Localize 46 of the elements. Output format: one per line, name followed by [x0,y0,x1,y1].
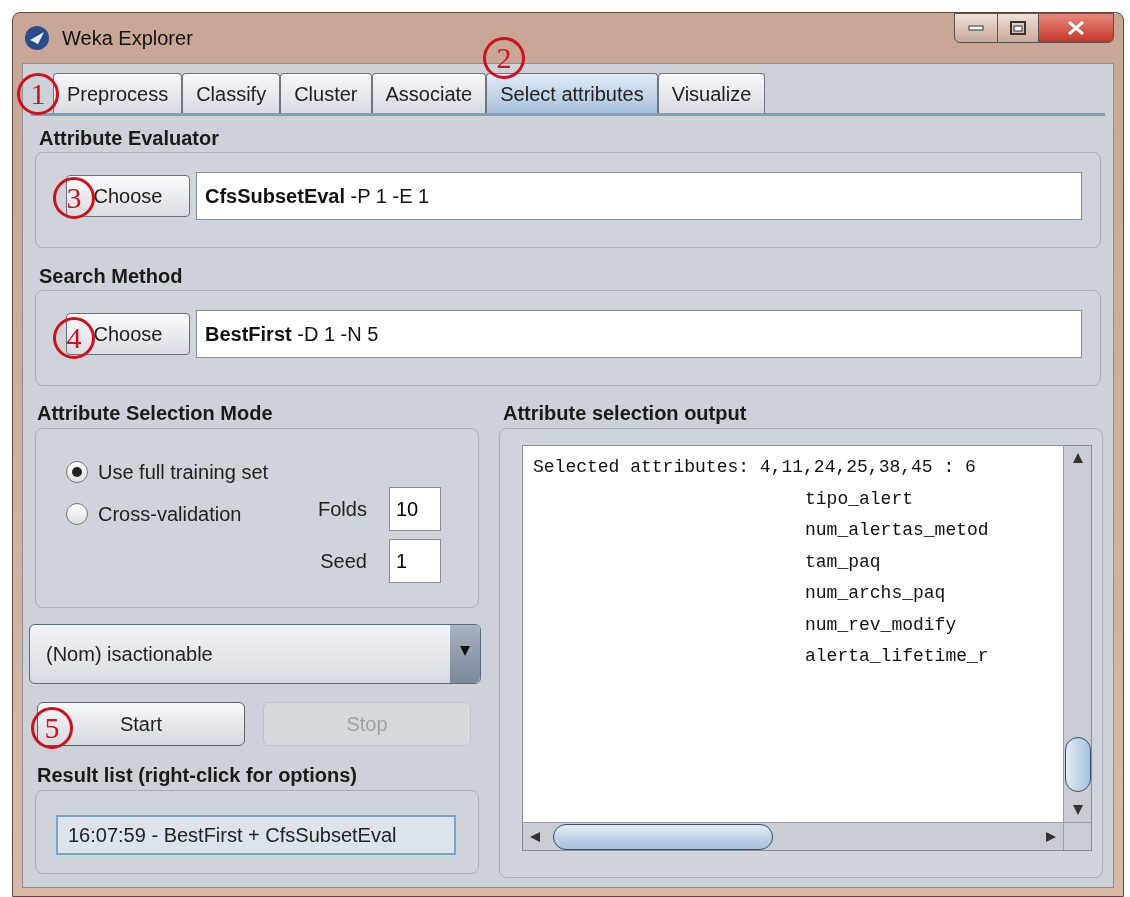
app-logo-icon [24,25,50,51]
class-dropdown[interactable]: (Nom) isactionable [29,624,481,684]
radio-label: Cross-validation [98,502,242,527]
vertical-scrollbar[interactable] [1063,446,1091,822]
maximize-button[interactable] [998,13,1038,43]
scheme-field[interactable]: BestFirst -D 1 -N 5 [196,310,1082,358]
tab[interactable]: Cluster [280,73,372,113]
result-item[interactable]: 16:07:59 - BestFirst + CfsSubsetEval [56,815,456,855]
scroll-down-icon [1071,804,1084,816]
minimize-icon [968,25,984,31]
tab[interactable]: Associate [371,73,487,113]
scroll-left-icon [529,830,541,843]
tab[interactable]: Select attributes [486,73,658,113]
output-text-area: Selected attributes: 4,11,24,25,38,45 : 6 tipo_alert num_alertas_metod tam_paq num_archs_paq num_rev_modify alerta_lifetime_r [523,446,1063,822]
seed-field[interactable]: 1 [388,539,441,583]
section-title: Search Method [38,264,184,289]
scrollbar-thumb[interactable] [1064,736,1091,792]
annotation-marker: 4 [53,317,95,359]
section-title: Attribute selection output [502,401,748,426]
tab[interactable]: Classify [182,73,281,113]
close-button[interactable] [1038,13,1114,43]
annotation-marker: 3 [53,177,95,219]
folds-field[interactable]: 10 [388,487,441,531]
annotation-marker: 1 [17,73,59,115]
dropdown-arrow-icon [459,645,471,657]
section-title: Attribute Evaluator [38,126,221,151]
close-icon [1067,21,1085,35]
field-label: Seed [319,549,367,574]
annotation-marker: 5 [31,707,73,749]
minimize-button[interactable] [954,13,998,43]
radio-button[interactable] [66,461,88,483]
scroll-right-icon [1045,830,1057,843]
horizontal-scrollbar[interactable] [523,823,1063,850]
scheme-field[interactable]: CfsSubsetEval -P 1 -E 1 [196,172,1082,220]
radio-label: Use full training set [98,460,269,485]
tab[interactable]: Visualize [657,73,766,113]
scroll-up-icon [1071,452,1084,464]
radio-button[interactable] [66,503,88,525]
field-label: Folds [318,497,367,522]
section-title: Attribute Selection Mode [36,401,274,426]
maximize-icon [1010,21,1026,35]
section-title: Result list (right-click for options) [36,763,358,788]
annotation-marker: 2 [483,37,525,79]
scrollbar-thumb[interactable] [553,823,773,850]
tab[interactable]: Preprocess [53,73,183,113]
window-title: Weka Explorer [62,26,194,51]
